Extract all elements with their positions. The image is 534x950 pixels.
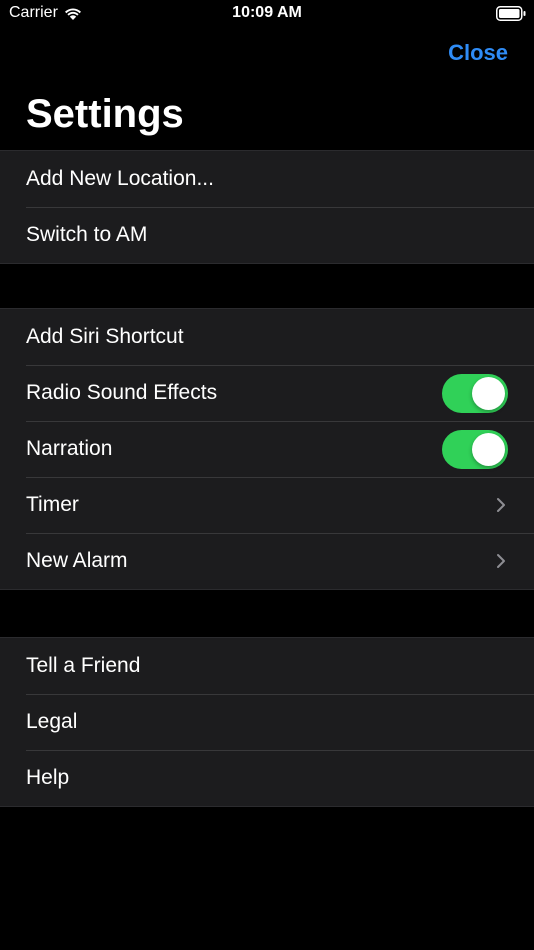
row-label: Add New Location... bbox=[26, 167, 214, 190]
row-label: Radio Sound Effects bbox=[26, 381, 218, 404]
status-bar: Carrier 10:09 AM bbox=[0, 0, 534, 28]
tell-a-friend-row[interactable]: Tell a Friend bbox=[0, 638, 534, 694]
row-label: New Alarm bbox=[26, 549, 128, 572]
settings-group-location: Add New Location... Switch to AM bbox=[0, 150, 534, 264]
row-label: Legal bbox=[26, 710, 78, 733]
add-siri-shortcut-row[interactable]: Add Siri Shortcut bbox=[0, 309, 534, 365]
timer-row[interactable]: Timer bbox=[0, 477, 534, 533]
settings-group-features: Add Siri Shortcut Radio Sound Effects Na… bbox=[0, 308, 534, 590]
chevron-right-icon bbox=[497, 498, 505, 512]
row-label: Help bbox=[26, 766, 70, 789]
battery-icon bbox=[496, 6, 526, 21]
toggle-knob bbox=[472, 432, 505, 466]
narration-toggle[interactable] bbox=[442, 429, 508, 469]
help-row[interactable]: Help bbox=[0, 750, 534, 806]
page-title: Settings bbox=[26, 92, 184, 136]
chevron-right-icon bbox=[497, 554, 505, 568]
row-label: Switch to AM bbox=[26, 223, 148, 246]
row-label: Add Siri Shortcut bbox=[26, 325, 184, 348]
switch-to-am-row[interactable]: Switch to AM bbox=[0, 207, 534, 263]
row-label: Narration bbox=[26, 437, 113, 460]
settings-group-info: Tell a Friend Legal Help bbox=[0, 637, 534, 807]
narration-row: Narration bbox=[0, 421, 534, 477]
row-label: Tell a Friend bbox=[26, 654, 141, 677]
close-button[interactable]: Close bbox=[448, 40, 508, 66]
new-alarm-row[interactable]: New Alarm bbox=[0, 533, 534, 589]
radio-sound-effects-toggle[interactable] bbox=[442, 373, 508, 413]
legal-row[interactable]: Legal bbox=[0, 694, 534, 750]
add-new-location-row[interactable]: Add New Location... bbox=[0, 151, 534, 207]
radio-sound-effects-row: Radio Sound Effects bbox=[0, 365, 534, 421]
toggle-knob bbox=[472, 376, 505, 410]
clock: 10:09 AM bbox=[232, 4, 302, 21]
row-label: Timer bbox=[26, 493, 79, 516]
